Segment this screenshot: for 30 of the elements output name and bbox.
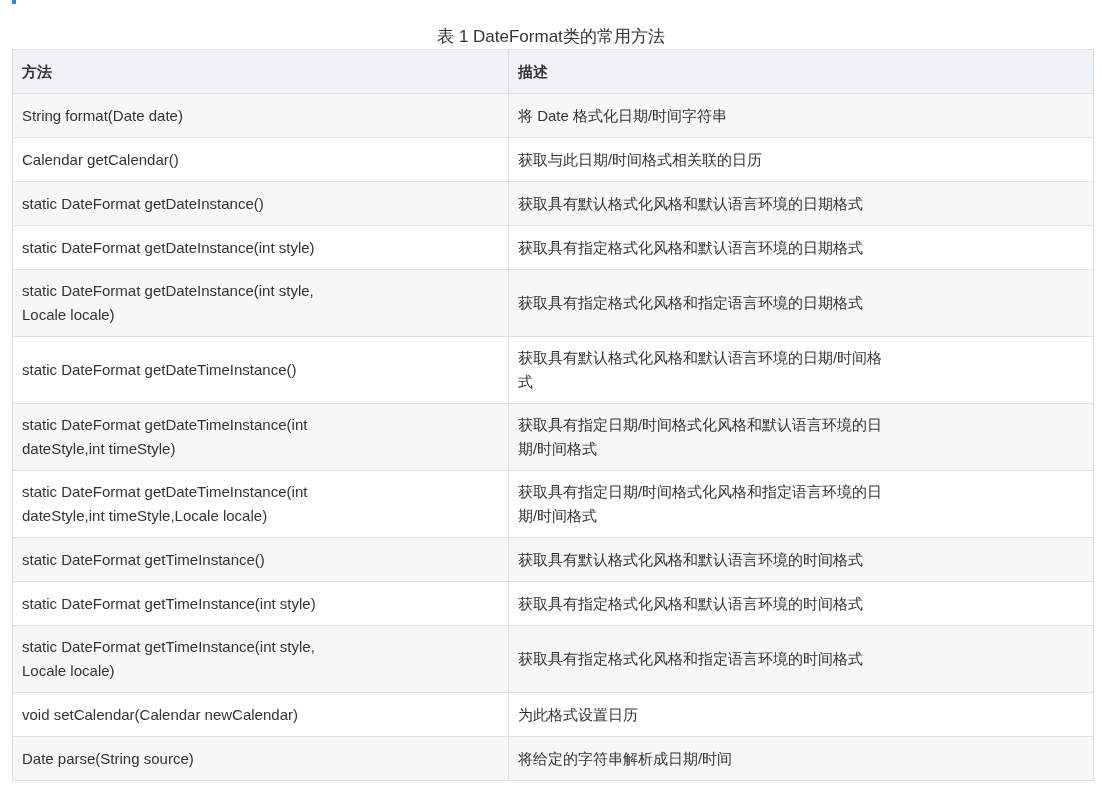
table-cell: Date parse(String source) xyxy=(12,736,509,781)
table-cell: static DateFormat getDateTimeInstance(int dateStyle,int timeStyle,Locale locale) xyxy=(12,470,509,538)
table-cell: static DateFormat getDateInstance() xyxy=(12,181,509,226)
table-cell: 获取具有指定日期/时间格式化风格和指定语言环境的日期/时间格式 xyxy=(508,470,1094,538)
table-cell: static DateFormat getTimeInstance(int style, Locale locale) xyxy=(12,625,509,693)
table-cell: 获取具有指定日期/时间格式化风格和默认语言环境的日期/时间格式 xyxy=(508,403,1094,471)
table-cell: 将 Date 格式化日期/时间字符串 xyxy=(508,93,1094,138)
table-cell: static DateFormat getDateInstance(int style) xyxy=(12,225,509,270)
table-cell: static DateFormat getDateTimeInstance() xyxy=(12,336,509,404)
column-header: 描述 xyxy=(508,49,1094,94)
table-cell: 获取具有指定格式化风格和指定语言环境的时间格式 xyxy=(508,625,1094,693)
table-cell: 获取具有默认格式化风格和默认语言环境的日期/时间格式 xyxy=(508,336,1094,404)
table-cell: static DateFormat getTimeInstance(int style) xyxy=(12,581,509,626)
table-cell: static DateFormat getDateTimeInstance(int dateStyle,int timeStyle) xyxy=(12,403,509,471)
table-cell: 获取具有默认格式化风格和默认语言环境的日期格式 xyxy=(508,181,1094,226)
accent-bar xyxy=(12,0,16,4)
table-cell: String format(Date date) xyxy=(12,93,509,138)
table-cell: static DateFormat getTimeInstance() xyxy=(12,537,509,582)
table-cell: 获取具有指定格式化风格和指定语言环境的日期格式 xyxy=(508,269,1094,337)
table-cell: 获取具有指定格式化风格和默认语言环境的日期格式 xyxy=(508,225,1094,270)
table-cell: 为此格式设置日历 xyxy=(508,692,1094,737)
table-cell: 将给定的字符串解析成日期/时间 xyxy=(508,736,1094,781)
column-header: 方法 xyxy=(12,49,509,94)
table-cell: Calendar getCalendar() xyxy=(12,137,509,182)
table-cell: void setCalendar(Calendar newCalendar) xyxy=(12,692,509,737)
table-caption: 表 1 DateFormat类的常用方法 xyxy=(436,26,666,48)
table-cell: 获取与此日期/时间格式相关联的日历 xyxy=(508,137,1094,182)
table-cell: static DateFormat getDateInstance(int style, Locale locale) xyxy=(12,269,509,337)
table-cell: 获取具有指定格式化风格和默认语言环境的时间格式 xyxy=(508,581,1094,626)
table-cell: 获取具有默认格式化风格和默认语言环境的时间格式 xyxy=(508,537,1094,582)
